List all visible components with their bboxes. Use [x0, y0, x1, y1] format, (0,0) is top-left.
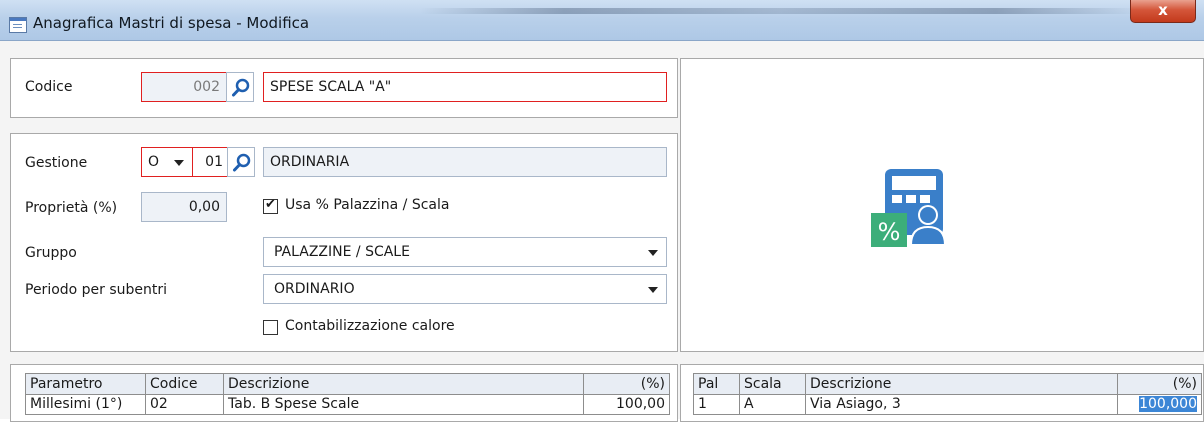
grid-header-row: Pal Scala Descrizione (%) — [693, 373, 1202, 395]
parametri-grid-panel: Parametro Codice Descrizione (%) Millesi… — [10, 364, 678, 422]
column-header[interactable]: Descrizione — [223, 373, 584, 395]
proprieta-label: Proprietà (%) — [25, 200, 118, 216]
column-header[interactable]: Codice — [145, 373, 224, 395]
grid-cell[interactable]: Tab. B Spese Scale — [223, 394, 584, 415]
column-header[interactable]: Descrizione — [805, 373, 1118, 395]
grid-cell-selected[interactable]: 100,000 — [1117, 394, 1202, 415]
grid-cell[interactable]: 02 — [145, 394, 224, 415]
usa-palazzina-label: Usa % Palazzina / Scala — [285, 197, 450, 213]
gestione-search-button[interactable] — [227, 147, 255, 177]
column-header[interactable]: Scala — [739, 373, 806, 395]
svg-text:%: % — [878, 218, 901, 246]
title-bar-decoration — [420, 8, 1140, 14]
palazzine-grid-panel: Pal Scala Descrizione (%) 1 A Via Asiago… — [680, 364, 1204, 422]
column-header[interactable]: (%) — [583, 373, 670, 395]
illustration-panel: % — [680, 58, 1204, 352]
grid-cell[interactable]: Millesimi (1°) — [25, 394, 146, 415]
table-row[interactable]: Millesimi (1°) 02 Tab. B Spese Scale 100… — [25, 394, 670, 415]
codice-label: Codice — [25, 79, 73, 95]
grid-cell[interactable]: A — [739, 394, 806, 415]
codice-search-button[interactable] — [226, 72, 254, 102]
title-bar: Anagrafica Mastri di spesa - Modifica x — [0, 0, 1204, 41]
window-title: Anagrafica Mastri di spesa - Modifica — [33, 14, 310, 32]
codice-input[interactable]: 002 — [141, 72, 227, 102]
gestione-descrizione-field: ORDINARIA — [263, 147, 667, 177]
codice-panel: Codice 002 SPESE SCALA "A" — [10, 58, 678, 118]
usa-palazzina-checkbox[interactable]: ✔ — [263, 197, 278, 214]
gestione-tipo-select[interactable]: O — [141, 147, 193, 177]
selected-text: 100,000 — [1139, 396, 1197, 412]
codice-descrizione-input[interactable]: SPESE SCALA "A" — [263, 72, 667, 102]
periodo-select[interactable]: ORDINARIO — [263, 274, 667, 304]
grid-cell[interactable]: 1 — [693, 394, 740, 415]
column-header[interactable]: Parametro — [25, 373, 146, 395]
gruppo-label: Gruppo — [25, 245, 77, 261]
close-button[interactable]: x — [1130, 0, 1196, 23]
magnifier-icon — [233, 153, 251, 172]
column-header[interactable]: Pal — [693, 373, 740, 395]
chevron-down-icon — [174, 160, 184, 166]
gestione-panel: Gestione O 01 ORDINARIA Proprietà (%) 0,… — [10, 133, 678, 352]
calculator-percent-user-icon: % — [871, 169, 947, 247]
column-header[interactable]: (%) — [1117, 373, 1202, 395]
gruppo-value: PALAZZINE / SCALE — [274, 244, 410, 260]
gruppo-select[interactable]: PALAZZINE / SCALE — [263, 237, 667, 267]
checkmark-icon: ✔ — [265, 197, 276, 212]
grid-header-row: Parametro Codice Descrizione (%) — [25, 373, 670, 395]
grid-cell[interactable]: Via Asiago, 3 — [805, 394, 1118, 415]
parametri-grid: Parametro Codice Descrizione (%) Millesi… — [25, 373, 670, 415]
gestione-label: Gestione — [25, 155, 88, 171]
palazzine-grid: Pal Scala Descrizione (%) 1 A Via Asiago… — [693, 373, 1202, 415]
chevron-down-icon — [648, 287, 658, 293]
contabilizzazione-label: Contabilizzazione calore — [285, 318, 455, 334]
proprieta-input[interactable]: 0,00 — [141, 192, 227, 222]
periodo-label: Periodo per subentri — [25, 282, 168, 298]
grid-cell[interactable]: 100,00 — [583, 394, 670, 415]
dialog-body: Codice 002 SPESE SCALA "A" Gestione O 01… — [0, 41, 1204, 422]
contabilizzazione-checkbox[interactable] — [263, 320, 278, 335]
gestione-numero-input[interactable]: 01 — [192, 147, 228, 177]
magnifier-icon — [232, 78, 250, 97]
gestione-tipo-value: O — [148, 154, 160, 170]
table-row[interactable]: 1 A Via Asiago, 3 100,000 — [693, 394, 1202, 415]
chevron-down-icon — [648, 250, 658, 256]
periodo-value: ORDINARIO — [274, 281, 355, 297]
window-form-icon — [9, 17, 27, 33]
